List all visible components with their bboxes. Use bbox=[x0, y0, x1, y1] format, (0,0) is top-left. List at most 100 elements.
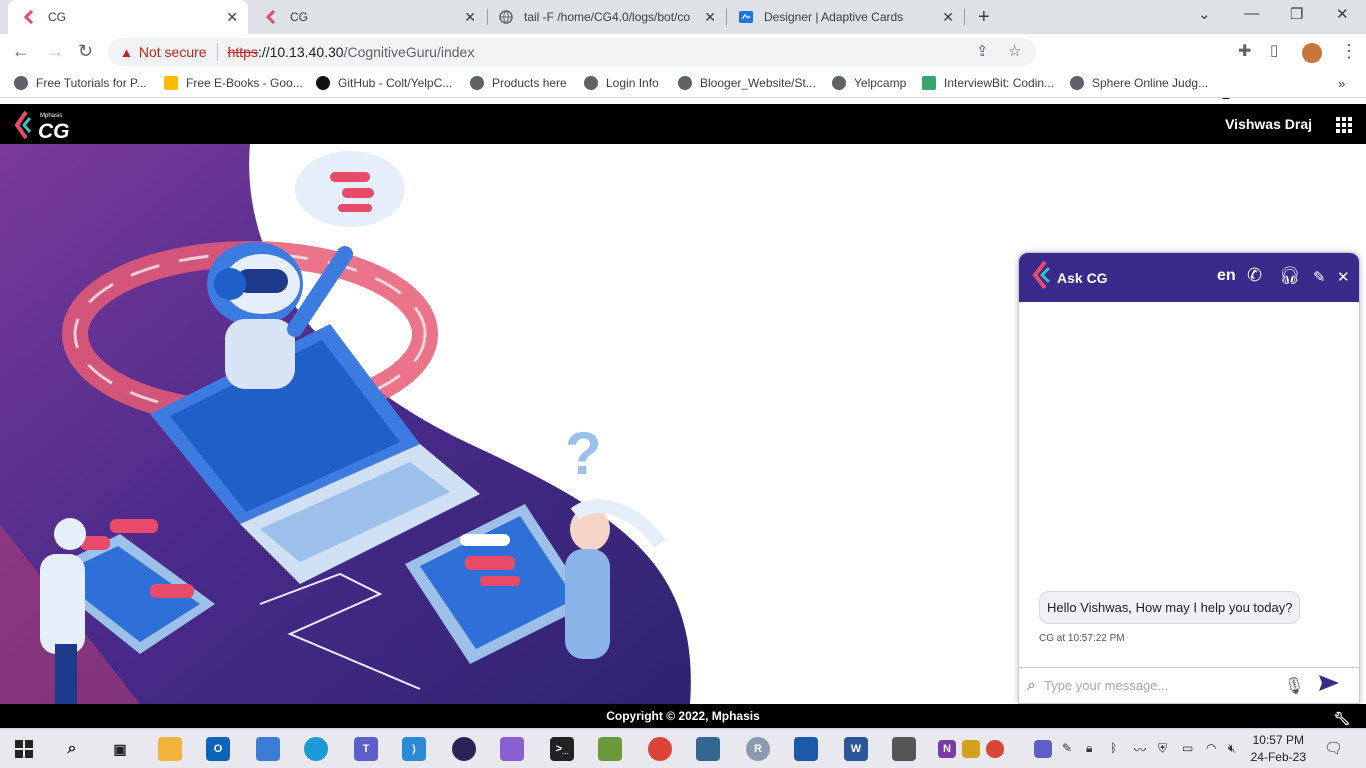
logo-small-text: Mphasis bbox=[40, 113, 62, 119]
wifi-icon[interactable]: ◠ bbox=[1206, 741, 1216, 755]
close-window-icon[interactable]: ✕ bbox=[1336, 5, 1349, 23]
bookmark-label: Yelpcamp bbox=[854, 76, 907, 90]
close-tab-icon[interactable]: ✕ bbox=[464, 9, 476, 26]
message-input[interactable] bbox=[1043, 678, 1274, 693]
tab-adaptive-cards[interactable]: Designer | Adaptive Cards ✕ bbox=[724, 0, 964, 34]
chart-app-icon[interactable] bbox=[598, 737, 622, 761]
word-icon[interactable]: W bbox=[844, 737, 868, 761]
bookmark-item[interactable]: Blooger_Website/St... bbox=[678, 76, 816, 90]
address-bar[interactable]: ▲ Not secure https ://10.13.40.30 /Cogni… bbox=[108, 38, 1036, 66]
vscode-icon[interactable]: ⟩ bbox=[402, 737, 426, 761]
network-activity-icon[interactable]: 〰 bbox=[1134, 741, 1146, 758]
bookmark-star-icon[interactable]: ☆ bbox=[1008, 42, 1021, 60]
bookmark-label: Blooger_Website/St... bbox=[700, 76, 816, 90]
cg-logo-icon bbox=[1031, 260, 1051, 295]
more-menu-icon[interactable]: ⋮ bbox=[1340, 41, 1358, 62]
restore-icon[interactable]: ❐ bbox=[1290, 5, 1303, 23]
google-drive-icon bbox=[164, 76, 178, 90]
tab-search-chevron-icon[interactable]: ⌄ bbox=[1198, 5, 1211, 23]
omnibox-divider bbox=[216, 43, 218, 61]
tab-title: CG bbox=[48, 10, 66, 24]
volume-muted-icon[interactable]: 🔇︎ bbox=[1228, 741, 1236, 756]
system-clock[interactable]: 10:57 PM 24-Feb-23 bbox=[1251, 732, 1306, 766]
bookmark-label: Free E-Books - Goo... bbox=[186, 76, 303, 90]
send-icon[interactable] bbox=[1318, 674, 1340, 697]
edge-icon[interactable] bbox=[304, 737, 328, 761]
r-icon[interactable]: R bbox=[746, 737, 770, 761]
security-label: Not secure bbox=[138, 44, 207, 60]
forward-arrow-icon[interactable]: → bbox=[46, 41, 64, 62]
close-tab-icon[interactable]: ✕ bbox=[704, 9, 716, 26]
shield-icon[interactable]: ⛨ bbox=[1158, 741, 1167, 756]
bluetooth-icon[interactable]: ᛒ bbox=[1110, 741, 1117, 755]
profile-avatar-icon[interactable] bbox=[1302, 43, 1322, 63]
new-tab-plus-icon[interactable]: + bbox=[978, 6, 990, 29]
reload-icon[interactable]: ↻ bbox=[78, 41, 93, 62]
notifications-icon[interactable]: 🗨︎ bbox=[1324, 739, 1343, 757]
bookmark-item[interactable]: Products here bbox=[470, 76, 567, 90]
cg-favicon-icon bbox=[264, 9, 280, 25]
headset-icon[interactable]: 🎧︎ bbox=[1279, 266, 1301, 286]
pen-icon[interactable]: ✎ bbox=[1062, 741, 1072, 755]
ask-cg-chat-window: Ask CG en ✆ 🎧︎ ✎ ✕ Hello Vishwas, How ma… bbox=[1018, 252, 1360, 704]
terminal-icon[interactable]: >_ bbox=[550, 737, 574, 761]
bookmark-item[interactable]: Free E-Books - Goo... bbox=[164, 76, 303, 90]
visual-studio-icon[interactable] bbox=[500, 737, 524, 761]
bookmark-item[interactable]: Free Tutorials for P... bbox=[14, 76, 147, 90]
file-explorer-icon[interactable] bbox=[158, 737, 182, 761]
lock-icon[interactable]: 🔒︎ bbox=[1086, 741, 1092, 756]
bookmarks-bar: Free Tutorials for P... Free E-Books - G… bbox=[0, 70, 1366, 98]
chrome-icon[interactable] bbox=[648, 737, 672, 761]
bookmarks-overflow-icon[interactable]: » bbox=[1338, 76, 1345, 91]
minimize-icon[interactable]: — bbox=[1244, 5, 1259, 22]
tab-cg-active[interactable]: CG ✕ bbox=[8, 0, 248, 34]
adaptive-cards-icon bbox=[738, 9, 754, 25]
language-selector[interactable]: en bbox=[1217, 267, 1236, 285]
close-tab-icon[interactable]: ✕ bbox=[942, 9, 954, 26]
chat-header: Ask CG en ✆ 🎧︎ ✎ ✕ bbox=[1019, 253, 1359, 302]
chat-input-bar: ⌕ 🎙︎ bbox=[1019, 667, 1359, 703]
robot-laptop-illustration: ? bbox=[0, 144, 691, 704]
teams-tray-icon[interactable] bbox=[1034, 740, 1052, 758]
cg-favicon-icon bbox=[22, 9, 38, 25]
postgres-icon[interactable] bbox=[696, 737, 720, 761]
bookmark-item[interactable]: Login Info bbox=[584, 76, 659, 90]
user-name[interactable]: Vishwas Draj bbox=[1225, 116, 1312, 132]
apps-grid-icon[interactable] bbox=[1336, 117, 1352, 133]
tray-app-icon[interactable] bbox=[962, 740, 980, 758]
globe-icon bbox=[14, 76, 28, 90]
teams-icon[interactable]: T bbox=[354, 737, 378, 761]
remote-desktop-icon[interactable] bbox=[256, 737, 280, 761]
tab-cg[interactable]: CG ✕ bbox=[250, 0, 486, 34]
mphasis-cg-logo[interactable]: Mphasis CG bbox=[14, 108, 76, 143]
search-icon[interactable]: ⌕ bbox=[60, 737, 84, 761]
bookmark-item[interactable]: InterviewBit: Codin... bbox=[922, 76, 1054, 90]
task-view-icon[interactable]: ▣ bbox=[108, 737, 132, 761]
device-icon[interactable] bbox=[892, 737, 916, 761]
close-tab-icon[interactable]: ✕ bbox=[226, 9, 238, 26]
chrome-tray-icon[interactable] bbox=[986, 740, 1004, 758]
share-icon[interactable]: ⇪ bbox=[976, 42, 989, 60]
side-panel-icon[interactable]: ▯ bbox=[1270, 41, 1278, 59]
attachment-paperclip-icon[interactable]: ⌕ bbox=[1027, 677, 1036, 695]
bookmark-item[interactable]: Yelpcamp bbox=[832, 76, 906, 90]
microphone-icon[interactable]: 🎙︎ bbox=[1284, 676, 1304, 696]
bookmark-item[interactable]: Sphere Online Judg... bbox=[1070, 76, 1208, 90]
browser-toolbar: ← → ↻ ▲ Not secure https ://10.13.40.30 … bbox=[0, 34, 1366, 99]
not-secure-indicator[interactable]: ▲ Not secure bbox=[120, 44, 207, 60]
outlook-icon[interactable]: O bbox=[206, 737, 230, 761]
tab-tail-logs[interactable]: tail -F /home/CG4.0/logs/bot/co ✕ bbox=[484, 0, 726, 34]
tab-title: tail -F /home/CG4.0/logs/bot/co bbox=[524, 10, 691, 24]
edit-icon[interactable]: ✎ bbox=[1313, 268, 1326, 286]
battery-icon[interactable]: ▭ bbox=[1182, 741, 1193, 755]
security-app-icon[interactable] bbox=[794, 737, 818, 761]
extensions-puzzle-icon[interactable]: ✚ bbox=[1238, 41, 1251, 61]
phone-call-icon[interactable]: ✆ bbox=[1247, 265, 1262, 286]
windows-start-icon[interactable] bbox=[12, 737, 36, 761]
globe-icon bbox=[678, 76, 692, 90]
bookmark-item[interactable]: GitHub - Colt/YelpC... bbox=[316, 76, 452, 90]
back-arrow-icon[interactable]: ← bbox=[12, 41, 30, 62]
close-chat-icon[interactable]: ✕ bbox=[1337, 268, 1350, 286]
eclipse-icon[interactable] bbox=[452, 737, 476, 761]
onenote-icon[interactable]: N bbox=[938, 740, 956, 758]
